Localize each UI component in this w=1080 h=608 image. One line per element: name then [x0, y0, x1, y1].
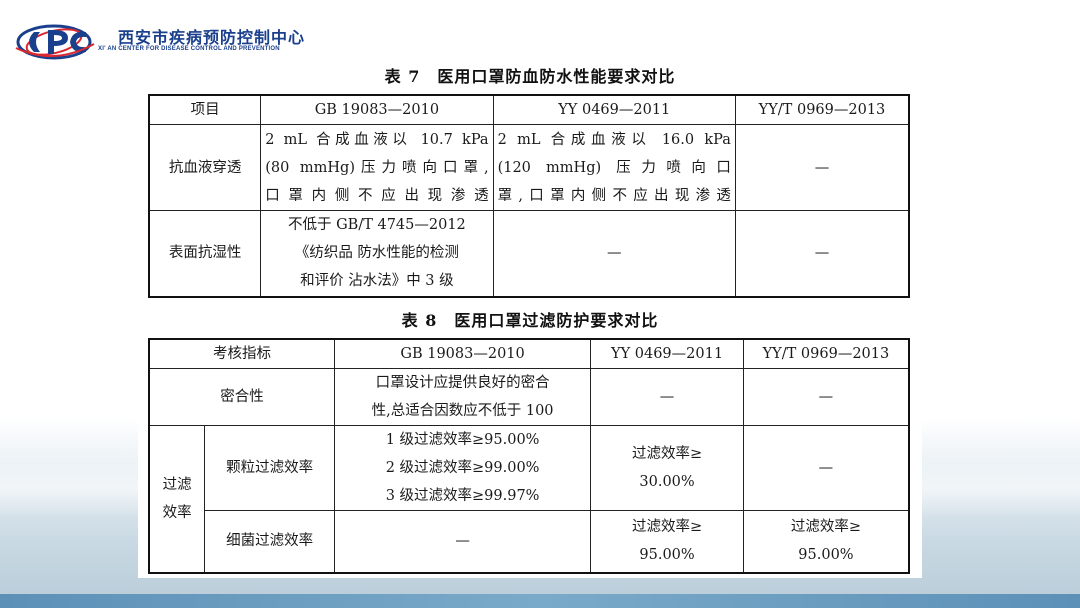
- document-page: 表 7 医用口罩防血防水性能要求对比 项目 GB 19083—2010 YY 0…: [138, 60, 922, 578]
- cell-yyt: 过滤效率≥ 95.00%: [742, 510, 910, 573]
- cell-yyt: —: [742, 425, 910, 511]
- cell-line: 口罩设计应提供良好的密合: [375, 375, 550, 391]
- cell-yy: 2 mL 合成血液以 16.0 kPa (120 mmHg) 压力喷向口 罩,口…: [492, 124, 736, 211]
- cell-line: 2 级过滤效率≥99.00%: [385, 460, 540, 476]
- table7-caption: 表 7 医用口罩防血防水性能要求对比: [384, 67, 676, 86]
- cell-yyt: —: [734, 124, 910, 211]
- cell-line: 不低于 GB/T 4745—2012: [287, 217, 466, 234]
- cell-line: 1 级过滤效率≥95.00%: [385, 432, 540, 448]
- row-label: 细菌过滤效率: [204, 510, 335, 573]
- cell-line: 《纺织品 防水性能的检测: [294, 245, 459, 262]
- cell-line: 和评价 沾水法》中 3 级: [300, 273, 454, 290]
- table7: 项目 GB 19083—2010 YY 0469—2011 YY/T 0969—…: [148, 94, 910, 298]
- cell-line: 3 级过滤效率≥99.97%: [385, 488, 540, 504]
- cdc-logo-icon: [15, 24, 95, 60]
- cell-line: 2 mL 合成血液以 16.0 kPa: [497, 131, 731, 148]
- table7-header-cell: GB 19083—2010: [260, 94, 494, 125]
- cell-gb: 口罩设计应提供良好的密合 性,总适合因数应不低于 100: [333, 368, 592, 426]
- cell-yy: 过滤效率≥ 95.00%: [590, 510, 744, 573]
- row-label: 密合性: [148, 368, 335, 426]
- cell-line: 过滤: [162, 476, 192, 493]
- cell-yy: —: [590, 368, 744, 426]
- cell-gb: —: [333, 510, 592, 573]
- cell-yyt: —: [742, 368, 910, 426]
- cell-gb: 1 级过滤效率≥95.00% 2 级过滤效率≥99.00% 3 级过滤效率≥99…: [333, 425, 592, 511]
- row-label: 抗血液穿透: [148, 124, 262, 211]
- cell-gb: 2 mL 合成血液以 10.7 kPa (80 mmHg)压力喷向口罩, 口罩内…: [260, 124, 494, 211]
- cell-line: 过滤效率≥: [631, 519, 703, 536]
- cell-yyt: —: [734, 210, 910, 297]
- cell-line: 口罩内侧不应出现渗透: [265, 187, 489, 204]
- cell-line: 30.00%: [639, 474, 695, 490]
- table7-header-row: 项目 GB 19083—2010 YY 0469—2011 YY/T 0969—…: [148, 94, 910, 125]
- table8-caption: 表 8 医用口罩过滤防护要求对比: [401, 311, 659, 330]
- table8-header-cell: YY 0469—2011: [590, 338, 744, 369]
- cell-line: 效率: [162, 504, 192, 521]
- cell-line: 95.00%: [639, 547, 695, 564]
- row-label: 表面抗湿性: [148, 210, 262, 297]
- table-row: 过滤 效率 颗粒过滤效率 1 级过滤效率≥95.00% 2 级过滤效率≥99.0…: [148, 425, 910, 573]
- table8-header-cell: GB 19083—2010: [333, 338, 592, 369]
- cell-line: 2 mL 合成血液以 10.7 kPa: [265, 131, 489, 148]
- table7-header-cell: YY/T 0969—2013: [734, 94, 910, 125]
- cell-line: 95.00%: [798, 547, 854, 564]
- bottom-bar: [0, 594, 1080, 608]
- table8: 考核指标 GB 19083—2010 YY 0469—2011 YY/T 096…: [148, 338, 910, 574]
- cell-line: (120 mmHg) 压力喷向口: [497, 159, 731, 176]
- org-name-cn: 西安市疾病预防控制中心: [118, 28, 306, 47]
- cell-gb: 不低于 GB/T 4745—2012 《纺织品 防水性能的检测 和评价 沾水法》…: [260, 210, 494, 297]
- cell-line: 过滤效率≥: [790, 519, 861, 536]
- cell-yy: 过滤效率≥ 30.00%: [590, 425, 744, 511]
- table-row: 密合性 口罩设计应提供良好的密合 性,总适合因数应不低于 100 — —: [148, 368, 910, 426]
- cell-yy: —: [492, 210, 736, 297]
- cell-line: 过滤效率≥: [631, 446, 703, 462]
- table7-header-cell: 项目: [148, 94, 262, 125]
- org-name-en: XI' AN CENTER FOR DISEASE CONTROL AND PR…: [98, 46, 280, 52]
- cell-line: 罩,口罩内侧不应出现渗透: [497, 187, 731, 204]
- cell-line: (80 mmHg)压力喷向口罩,: [265, 159, 489, 176]
- table7-header-cell: YY 0469—2011: [492, 94, 736, 125]
- table-row: 表面抗湿性 不低于 GB/T 4745—2012 《纺织品 防水性能的检测 和评…: [148, 210, 910, 297]
- table-row: 细菌过滤效率 — 过滤效率≥ 95.00% 过滤效率≥ 95.00%: [149, 510, 910, 573]
- table8-header-cell: YY/T 0969—2013: [742, 338, 910, 369]
- table8-header-cell: 考核指标: [148, 338, 335, 369]
- cell-line: 性,总适合因数应不低于 100: [371, 403, 554, 419]
- table-row: 抗血液穿透 2 mL 合成血液以 10.7 kPa (80 mmHg)压力喷向口…: [148, 124, 910, 211]
- row-label: 颗粒过滤效率: [204, 425, 335, 511]
- table8-header-row: 考核指标 GB 19083—2010 YY 0469—2011 YY/T 096…: [148, 338, 910, 369]
- group-label: 过滤 效率: [148, 425, 206, 573]
